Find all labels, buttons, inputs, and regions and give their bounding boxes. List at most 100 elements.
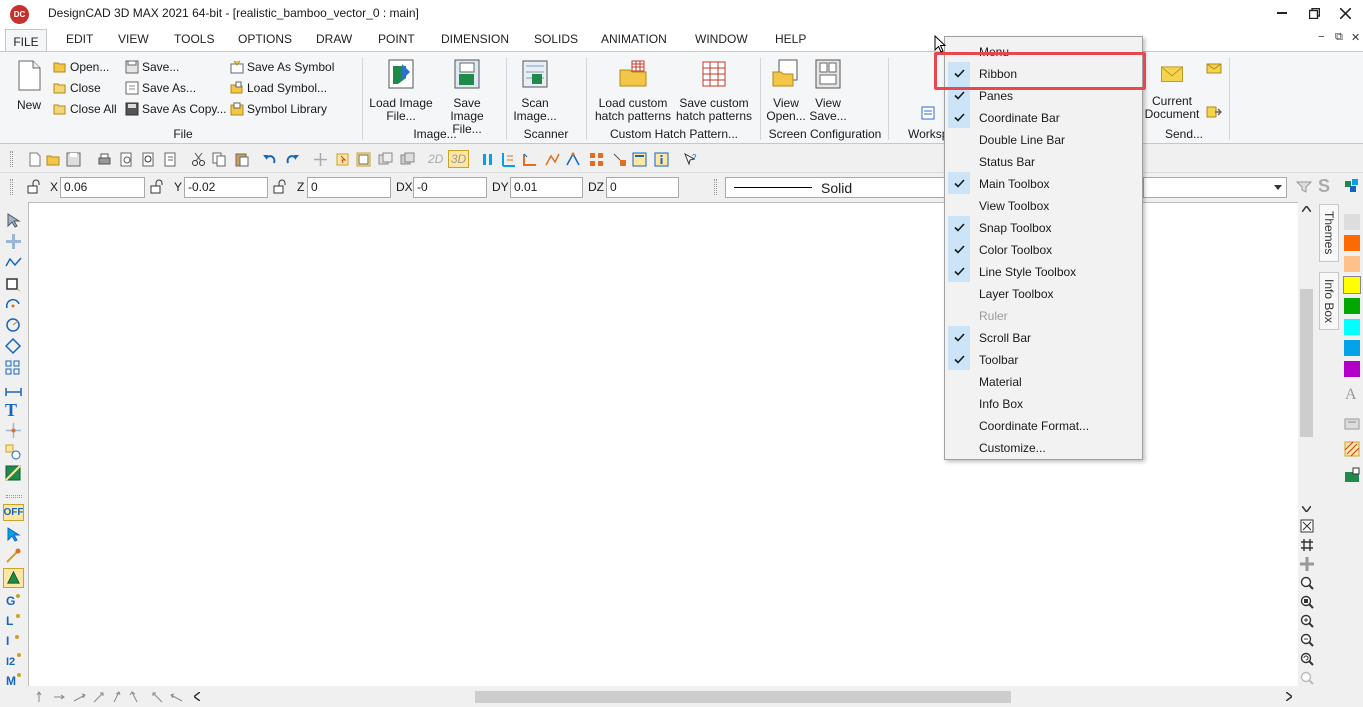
dx-field[interactable]: -0	[413, 177, 487, 198]
menu-draw[interactable]: DRAW	[316, 32, 352, 46]
swatch-blue[interactable]	[1344, 340, 1360, 356]
polyline-snap-icon[interactable]	[545, 152, 560, 167]
filter-icon[interactable]	[1296, 179, 1312, 195]
swatch-yellow[interactable]	[1343, 276, 1361, 294]
line-snap-icon[interactable]: L	[5, 611, 22, 628]
page-setup-icon[interactable]	[163, 152, 178, 167]
tab-info-box[interactable]: Info Box	[1319, 272, 1339, 330]
help-pointer-icon[interactable]: ?	[683, 152, 698, 167]
menu-item-scroll-bar[interactable]: Scroll Bar	[946, 326, 1141, 348]
menu-file[interactable]: FILE	[5, 29, 47, 53]
send-current-document-button[interactable]: Current Document	[1143, 62, 1201, 121]
undo-icon[interactable]	[262, 152, 277, 167]
angle-snap-icon[interactable]	[566, 152, 581, 167]
dimension-tool-icon[interactable]	[5, 382, 22, 399]
gravity-snap-icon[interactable]: G	[5, 591, 22, 608]
lock-y-icon[interactable]	[150, 179, 165, 194]
ortho-icon[interactable]	[501, 152, 516, 167]
hatch-style-icon[interactable]	[1344, 441, 1360, 457]
new-file-icon[interactable]	[27, 152, 42, 167]
save-hatch-button[interactable]: Save custom hatch patterns	[675, 58, 753, 123]
coordbar-grip[interactable]	[10, 179, 13, 195]
copy-icon[interactable]	[212, 152, 227, 167]
minimize-button[interactable]	[1271, 4, 1293, 22]
mode-2d-button[interactable]: 2D	[428, 152, 443, 166]
open-file-icon[interactable]	[46, 152, 61, 167]
menu-item-snap-toolbox[interactable]: Snap Toolbox	[946, 216, 1141, 238]
restore-button[interactable]	[1303, 4, 1325, 22]
menu-edit[interactable]: EDIT	[66, 32, 93, 46]
view-save-button[interactable]: View Save...	[808, 58, 848, 123]
text-style-icon[interactable]: A	[1345, 386, 1357, 404]
lock-z-icon[interactable]	[273, 179, 288, 194]
menu-view[interactable]: VIEW	[118, 32, 149, 46]
polygon-tool-icon[interactable]	[5, 338, 22, 355]
menu-item-line-style-toolbox[interactable]: Line Style Toolbox	[946, 260, 1141, 282]
pointer-snap-icon[interactable]	[612, 152, 627, 167]
mdi-restore-button[interactable]: ⧉	[1335, 31, 1343, 44]
menu-item-layer-toolbox[interactable]: Layer Toolbox	[946, 282, 1141, 304]
toolbar-grip[interactable]	[10, 151, 13, 167]
send-mail-icon[interactable]	[1206, 61, 1222, 75]
mdi-minimize-button[interactable]: −	[1318, 31, 1324, 43]
save-as-symbol-button[interactable]: Save As Symbol	[230, 60, 334, 74]
close-file-button[interactable]: Close	[53, 81, 101, 95]
lock-x-icon[interactable]	[27, 179, 42, 194]
zoom-window-icon[interactable]	[1300, 519, 1314, 533]
new-button[interactable]: New	[12, 58, 46, 112]
close-button[interactable]	[1334, 4, 1356, 22]
swatch-gray[interactable]	[1344, 214, 1360, 230]
save-image-button[interactable]: Save Image File...	[435, 58, 499, 136]
view-open-button[interactable]: View Open...	[764, 58, 808, 123]
menu-item-double-line-bar[interactable]: Double Line Bar	[946, 128, 1141, 150]
menu-item-color-toolbox[interactable]: Color Toolbox	[946, 238, 1141, 260]
zoom-previous-icon[interactable]	[1300, 652, 1314, 666]
line-style-select[interactable]: Solid	[725, 177, 945, 198]
snap-triangle-button[interactable]	[3, 568, 24, 588]
scroll-left-icon[interactable]	[194, 692, 200, 701]
intersection-snap-icon[interactable]: I	[5, 631, 22, 648]
move-icon[interactable]	[313, 152, 328, 167]
menu-item-main-toolbox[interactable]: Main Toolbox	[946, 172, 1141, 194]
fill-style-icon[interactable]	[1344, 415, 1360, 431]
linestyle-grip[interactable]	[714, 179, 717, 195]
zoom-extents-icon[interactable]	[1300, 595, 1314, 609]
menu-help[interactable]: HELP	[775, 32, 806, 46]
y-coordinate-field[interactable]: -0.02	[184, 177, 268, 198]
scroll-down-icon[interactable]	[1302, 506, 1311, 512]
dz-field[interactable]: 0	[606, 177, 679, 198]
menu-item-info-box[interactable]: Info Box	[946, 392, 1141, 414]
array-tool-icon[interactable]	[5, 359, 22, 376]
vertical-scroll-thumb[interactable]	[1300, 289, 1313, 437]
view-stack-icon[interactable]	[400, 152, 415, 167]
paste-icon[interactable]	[234, 152, 249, 167]
tab-themes[interactable]: Themes	[1319, 204, 1339, 262]
save-as-copy-button[interactable]: Save As Copy...	[125, 102, 227, 116]
zoom-all-icon[interactable]	[1300, 576, 1314, 590]
intersection-2-snap-icon[interactable]: I2	[5, 651, 22, 668]
menu-tools[interactable]: TOOLS	[174, 32, 214, 46]
menu-item-status-bar[interactable]: Status Bar	[946, 150, 1141, 172]
menu-item-toolbar[interactable]: Toolbar	[946, 348, 1141, 370]
horizontal-scroll-thumb[interactable]	[475, 691, 1011, 703]
open-button[interactable]: Open...	[53, 60, 109, 74]
menu-dimension[interactable]: DIMENSION	[441, 32, 509, 46]
view-layers-icon[interactable]	[378, 152, 393, 167]
pause-icon[interactable]	[480, 152, 495, 167]
workspace-label[interactable]: Worksp	[908, 127, 948, 141]
menu-item-material[interactable]: Material	[946, 370, 1141, 392]
color-picker-icon[interactable]	[1344, 177, 1360, 193]
direction-arrows-icon[interactable]	[34, 691, 184, 703]
view-layout-icon[interactable]	[356, 152, 371, 167]
layer-select[interactable]	[1143, 177, 1287, 198]
save-file-icon[interactable]	[66, 152, 81, 167]
point-tool-icon[interactable]	[5, 422, 22, 439]
zoom-in-icon[interactable]	[1300, 614, 1314, 628]
swatch-orange[interactable]	[1344, 235, 1360, 251]
load-image-button[interactable]: Load Image File...	[368, 58, 434, 123]
x-coordinate-field[interactable]: 0.06	[60, 177, 145, 198]
menu-solids[interactable]: SOLIDS	[534, 32, 578, 46]
layer-style-icon[interactable]	[1344, 467, 1360, 483]
menu-item-coordinate-format[interactable]: Coordinate Format...	[946, 414, 1141, 436]
midpoint-snap-icon[interactable]: M	[5, 671, 22, 688]
